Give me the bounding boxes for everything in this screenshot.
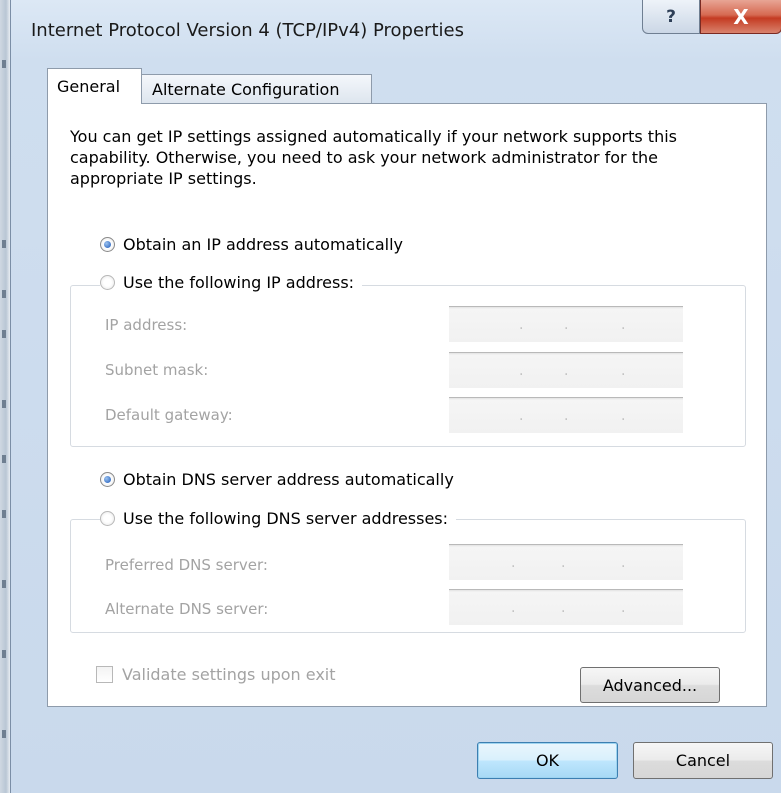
edge-mark (2, 510, 6, 518)
ip-separator: . (621, 600, 626, 616)
edge-mark (2, 330, 6, 338)
edge-mark (2, 290, 6, 298)
ip-separator: . (621, 363, 626, 379)
radio-label: Obtain an IP address automatically (123, 235, 404, 254)
use-following-dns-radio[interactable]: Use the following DNS server addresses: (100, 509, 457, 528)
alternate-dns-label: Alternate DNS server: (105, 600, 269, 618)
preferred-dns-label: Preferred DNS server: (105, 556, 268, 574)
alternate-dns-input[interactable]: ... (449, 589, 683, 625)
ip-address-group: IP address: ... Subnet mask: ... Default… (70, 285, 746, 447)
ok-button[interactable]: OK (477, 742, 618, 779)
ip-separator: . (621, 317, 626, 333)
ip-address-label: IP address: (105, 316, 188, 334)
subnet-mask-label: Subnet mask: (105, 361, 209, 379)
title-bar[interactable]: Internet Protocol Version 4 (TCP/IPv4) P… (11, 0, 781, 62)
dns-server-group: Preferred DNS server: ... Alternate DNS … (70, 519, 746, 633)
radio-indicator (100, 511, 115, 526)
obtain-dns-automatically-radio[interactable]: Obtain DNS server address automatically (100, 470, 462, 489)
ip-separator: . (511, 555, 516, 571)
ip-separator: . (511, 600, 516, 616)
edge-mark (2, 730, 6, 738)
ip-separator: . (621, 555, 626, 571)
obtain-ip-automatically-radio[interactable]: Obtain an IP address automatically (100, 235, 412, 254)
ip-separator: . (564, 363, 569, 379)
default-gateway-label: Default gateway: (105, 406, 233, 424)
use-following-ip-radio[interactable]: Use the following IP address: (100, 273, 363, 292)
radio-label: Obtain DNS server address automatically (123, 470, 454, 489)
edge-mark (2, 400, 6, 408)
checkbox-indicator (96, 666, 113, 683)
checkbox-label: Validate settings upon exit (122, 665, 336, 684)
validate-settings-checkbox[interactable]: Validate settings upon exit (96, 665, 336, 684)
ip-separator: . (519, 317, 524, 333)
close-button[interactable]: X (700, 0, 781, 34)
general-tab-panel: You can get IP settings assigned automat… (47, 103, 767, 707)
help-icon: ? (666, 6, 676, 27)
dialog-title: Internet Protocol Version 4 (TCP/IPv4) P… (31, 20, 464, 41)
intro-text: You can get IP settings assigned automat… (70, 127, 677, 188)
ip-address-input[interactable]: ... (449, 306, 683, 342)
tab-alternate-configuration[interactable]: Alternate Configuration (142, 74, 372, 104)
radio-indicator (100, 237, 115, 252)
subnet-mask-input[interactable]: ... (449, 352, 683, 388)
tab-general[interactable]: General (47, 68, 142, 104)
edge-mark (2, 60, 6, 68)
help-button[interactable]: ? (642, 0, 700, 34)
close-icon: X (733, 4, 749, 29)
ip-separator: . (519, 408, 524, 424)
default-gateway-input[interactable]: ... (449, 397, 683, 433)
cancel-button[interactable]: Cancel (633, 742, 773, 779)
edge-mark (2, 580, 6, 588)
background-window-edge (0, 0, 10, 793)
ip-separator: . (564, 408, 569, 424)
radio-indicator (100, 275, 115, 290)
ip-separator: . (561, 600, 566, 616)
ip-separator: . (564, 317, 569, 333)
radio-label: Use the following IP address: (123, 273, 355, 292)
edge-mark (2, 455, 6, 463)
radio-indicator (100, 472, 115, 487)
radio-label: Use the following DNS server addresses: (123, 509, 449, 528)
preferred-dns-input[interactable]: ... (449, 544, 683, 580)
edge-mark (2, 240, 6, 248)
edge-mark (2, 650, 6, 658)
ip-separator: . (621, 408, 626, 424)
ip-separator: . (519, 363, 524, 379)
ip-separator: . (561, 555, 566, 571)
ipv4-properties-dialog: Internet Protocol Version 4 (TCP/IPv4) P… (10, 0, 781, 793)
advanced-button[interactable]: Advanced... (580, 667, 720, 703)
